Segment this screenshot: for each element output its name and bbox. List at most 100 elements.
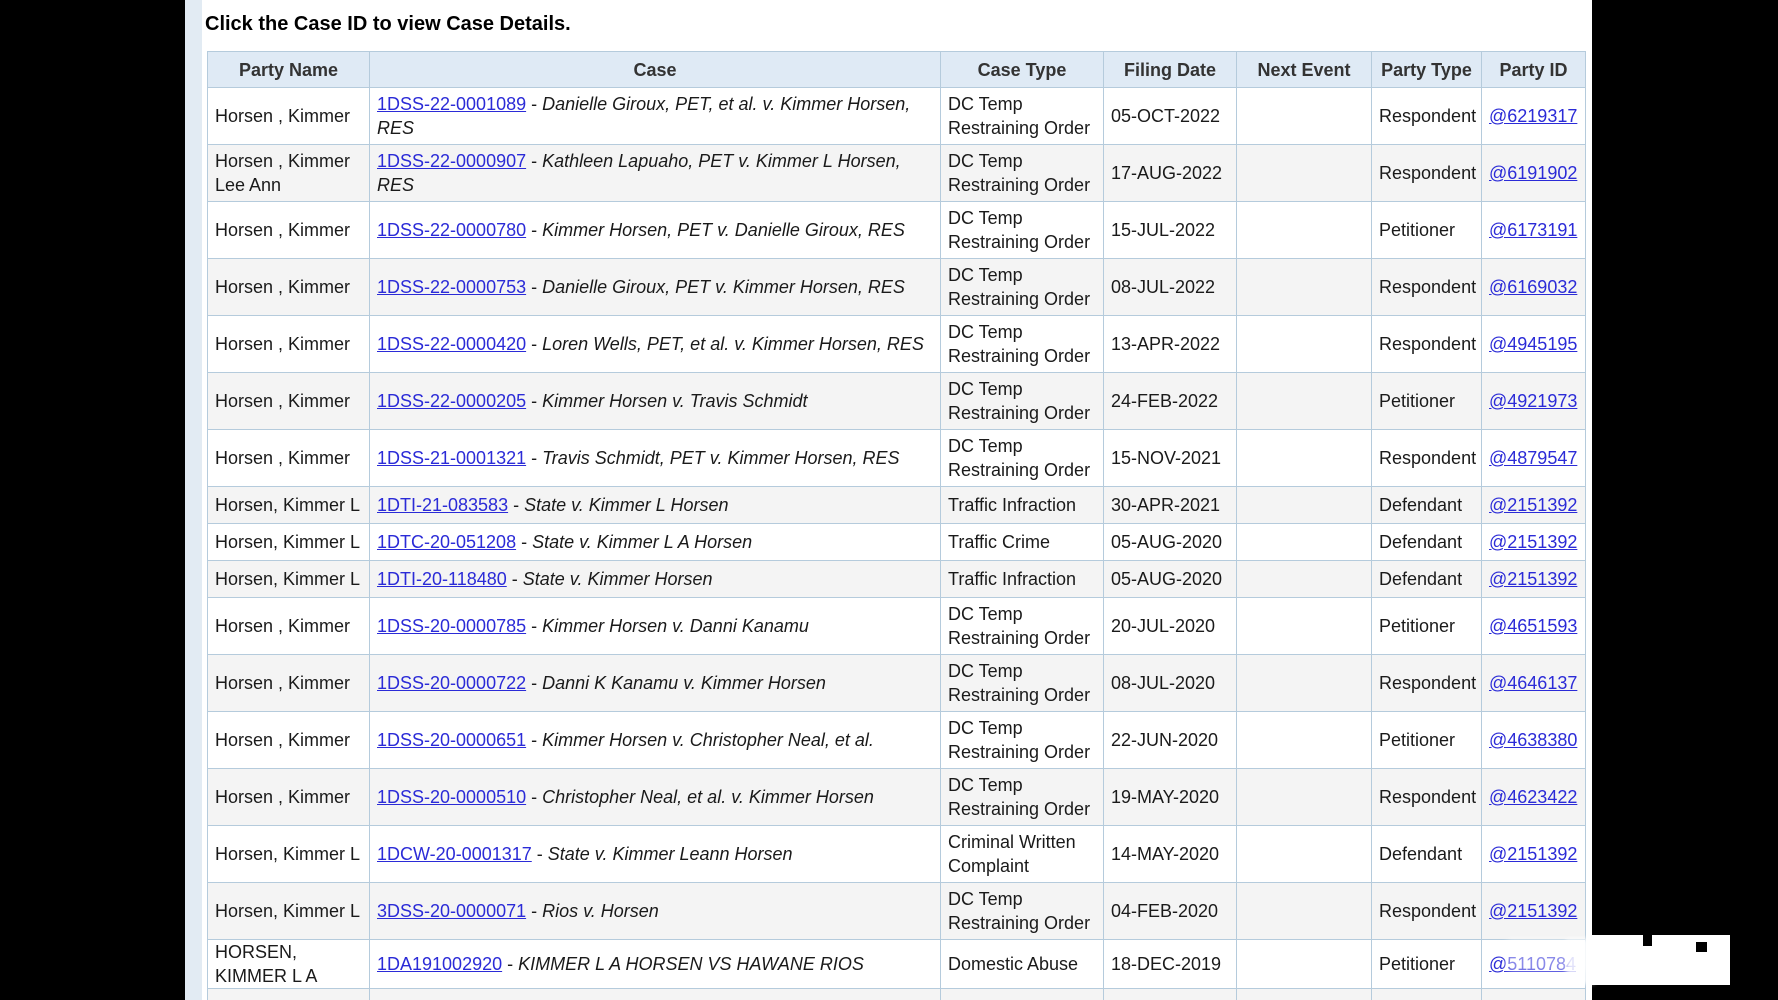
case-id-link[interactable]: 1DA191002920: [377, 954, 502, 974]
case-separator: -: [526, 277, 542, 297]
party-id-link[interactable]: @2151392: [1489, 844, 1577, 864]
table-row: Horsen , Kimmer1DSS-20-0000510 - Christo…: [208, 769, 1586, 826]
table-row: Horsen, Kimmer L1DTI-20-118480 - State v…: [208, 561, 1586, 598]
party-id-link[interactable]: @6219317: [1489, 106, 1577, 126]
case-id-link[interactable]: 1DCW-20-0001317: [377, 844, 532, 864]
party-id-link[interactable]: @6191902: [1489, 163, 1577, 183]
next-event-cell: [1237, 524, 1372, 561]
case-cell: 1DTI-21-083583 - State v. Kimmer L Horse…: [370, 487, 941, 524]
party-name-cell: Horsen, Kimmer L: [208, 524, 370, 561]
party-id-cell: @6191902: [1482, 145, 1586, 202]
party-id-cell: @6169032: [1482, 259, 1586, 316]
case-id-link[interactable]: 1DSS-22-0000420: [377, 334, 526, 354]
case-id-link[interactable]: 1DSS-22-0000753: [377, 277, 526, 297]
case-id-link[interactable]: 1DTC-20-051208: [377, 532, 516, 552]
case-separator: -: [526, 616, 542, 636]
party-name-cell: Horsen , Kimmer: [208, 430, 370, 487]
party-id-link[interactable]: @6169032: [1489, 277, 1577, 297]
party-id-link[interactable]: @4945195: [1489, 334, 1577, 354]
filing-date-cell: 15-JUL-2022: [1104, 202, 1237, 259]
case-id-link[interactable]: 3DSS-20-0000071: [377, 901, 526, 921]
case-id-link[interactable]: 1DSS-22-0000780: [377, 220, 526, 240]
case-separator: -: [526, 151, 542, 171]
case-id-link[interactable]: 1DSS-20-0000510: [377, 787, 526, 807]
case-id-link[interactable]: 1DSS-21-0001321: [377, 448, 526, 468]
col-header-next-event: Next Event: [1237, 52, 1372, 88]
case-type-cell: DC TempRestraining Order: [941, 769, 1104, 826]
case-id-link[interactable]: 1DSS-22-0000907: [377, 151, 526, 171]
party-id-cell: @2151392: [1482, 883, 1586, 940]
party-id-link[interactable]: @4638380: [1489, 730, 1577, 750]
case-id-link[interactable]: 1DSS-22-0001089: [377, 94, 526, 114]
case-title: Kimmer Horsen v. Travis Schmidt: [542, 391, 807, 411]
next-event-cell: [1237, 769, 1372, 826]
case-results-table: Party NameCaseCase TypeFiling DateNext E…: [207, 51, 1586, 1000]
party-type-cell: Defendant: [1372, 826, 1482, 883]
case-title: Kimmer Horsen v. Danni Kanamu: [542, 616, 809, 636]
col-header-party-name: Party Name: [208, 52, 370, 88]
watermark-ghost: [1566, 939, 1594, 984]
case-separator: -: [526, 448, 542, 468]
party-id-link[interactable]: @2151392: [1489, 901, 1577, 921]
case-id-link[interactable]: 1DSS-20-0000785: [377, 616, 526, 636]
party-type-cell: Petitioner: [1372, 712, 1482, 769]
party-id-link[interactable]: @4646137: [1489, 673, 1577, 693]
case-id-link[interactable]: 1DTI-20-118480: [377, 569, 507, 589]
party-type-cell: Petitioner: [1372, 373, 1482, 430]
empty-cell: [941, 989, 1104, 1000]
table-row: Horsen , Kimmer1DSS-20-0000651 - Kimmer …: [208, 712, 1586, 769]
party-id-link[interactable]: @2151392: [1489, 532, 1577, 552]
case-separator: -: [526, 901, 542, 921]
case-id-link[interactable]: 1DSS-20-0000651: [377, 730, 526, 750]
table-body: Horsen , Kimmer1DSS-22-0001089 - Daniell…: [208, 88, 1586, 1000]
party-type-cell: Respondent: [1372, 430, 1482, 487]
case-type-cell: DC TempRestraining Order: [941, 259, 1104, 316]
party-name-cell: Horsen , Kimmer: [208, 259, 370, 316]
party-name-cell: Horsen , Kimmer: [208, 598, 370, 655]
party-type-cell: Respondent: [1372, 88, 1482, 145]
party-id-link[interactable]: @4921973: [1489, 391, 1577, 411]
case-title: Travis Schmidt, PET v. Kimmer Horsen, RE…: [542, 448, 899, 468]
filing-date-cell: 30-APR-2021: [1104, 487, 1237, 524]
case-separator: -: [516, 532, 532, 552]
party-name-cell: Horsen, Kimmer L: [208, 883, 370, 940]
table-row: Horsen, Kimmer L1DTC-20-051208 - State v…: [208, 524, 1586, 561]
party-id-cell: @4623422: [1482, 769, 1586, 826]
table-row: Horsen , Kimmer1DSS-22-0000780 - Kimmer …: [208, 202, 1586, 259]
party-type-cell: Respondent: [1372, 145, 1482, 202]
case-title: State v. Kimmer Horsen: [523, 569, 713, 589]
next-event-cell: [1237, 259, 1372, 316]
case-title: State v. Kimmer L A Horsen: [532, 532, 752, 552]
case-cell: 1DSS-20-0000651 - Kimmer Horsen v. Chris…: [370, 712, 941, 769]
case-cell: 1DCW-20-0001317 - State v. Kimmer Leann …: [370, 826, 941, 883]
case-cell: 1DSS-20-0000722 - Danni K Kanamu v. Kimm…: [370, 655, 941, 712]
case-results-table-wrap: Party NameCaseCase TypeFiling DateNext E…: [207, 51, 1587, 1000]
party-name-cell: Horsen , Kimmer: [208, 655, 370, 712]
party-id-link[interactable]: @4879547: [1489, 448, 1577, 468]
empty-cell: [370, 989, 941, 1000]
case-cell: 1DSS-22-0000780 - Kimmer Horsen, PET v. …: [370, 202, 941, 259]
party-type-cell: Defendant: [1372, 524, 1482, 561]
case-id-link[interactable]: 1DSS-22-0000205: [377, 391, 526, 411]
case-type-cell: DC TempRestraining Order: [941, 202, 1104, 259]
party-id-cell: @6219317: [1482, 88, 1586, 145]
party-name-cell: Horsen, Kimmer L: [208, 826, 370, 883]
case-id-link[interactable]: 1DSS-20-0000722: [377, 673, 526, 693]
case-cell: 1DA191002920 - KIMMER L A HORSEN VS HAWA…: [370, 940, 941, 989]
party-id-link[interactable]: @2151392: [1489, 495, 1577, 515]
party-id-link[interactable]: @2151392: [1489, 569, 1577, 589]
case-cell: 1DTC-20-051208 - State v. Kimmer L A Hor…: [370, 524, 941, 561]
next-event-cell: [1237, 712, 1372, 769]
party-id-cell: @6173191: [1482, 202, 1586, 259]
next-event-cell: [1237, 598, 1372, 655]
table-row: Horsen, Kimmer L3DSS-20-0000071 - Rios v…: [208, 883, 1586, 940]
case-id-link[interactable]: 1DTI-21-083583: [377, 495, 508, 515]
party-id-link[interactable]: @6173191: [1489, 220, 1577, 240]
party-id-cell: @4879547: [1482, 430, 1586, 487]
party-id-link[interactable]: @4623422: [1489, 787, 1577, 807]
case-separator: -: [507, 569, 523, 589]
page-heading: Click the Case ID to view Case Details.: [205, 13, 571, 36]
party-id-link[interactable]: @4651593: [1489, 616, 1577, 636]
table-header-row: Party NameCaseCase TypeFiling DateNext E…: [208, 52, 1586, 88]
party-id-cell: @4638380: [1482, 712, 1586, 769]
